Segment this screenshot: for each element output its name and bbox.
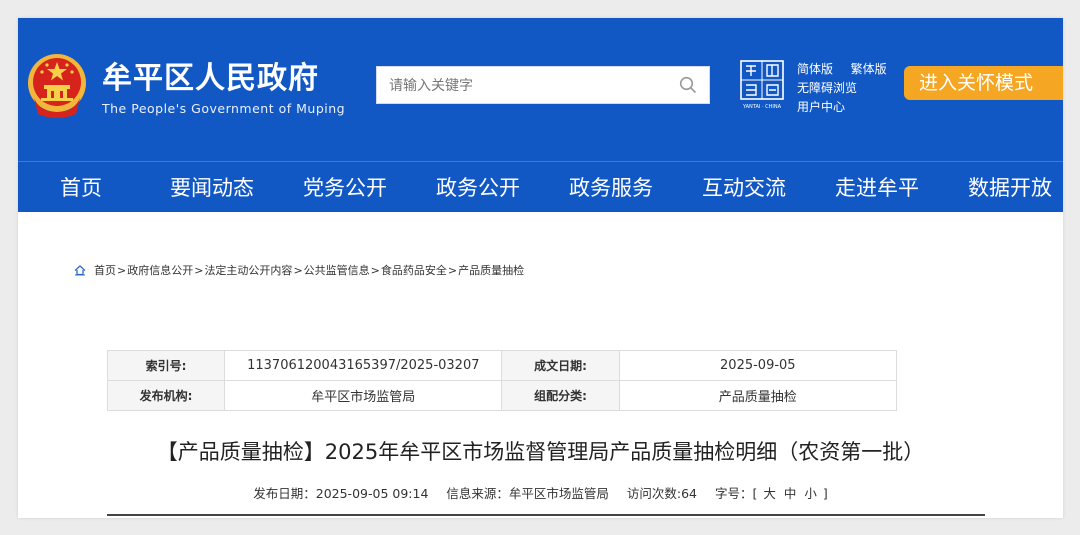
- table-row: 索引号: 113706120043165397/2025-03207 成文日期:…: [106, 350, 898, 381]
- breadcrumb-food-drug-safety[interactable]: 食品药品安全: [381, 262, 447, 278]
- publish-date: 发布日期：2025-09-05 09:14: [253, 486, 429, 501]
- accessible-browse-link[interactable]: 无障碍浏览: [797, 81, 857, 95]
- font-size-close: ]: [822, 486, 828, 501]
- font-size-large-button[interactable]: 大: [763, 486, 776, 501]
- breadcrumb: 首页 > 政府信息公开 > 法定主动公开内容 > 公共监管信息 > 食品药品安全 > 产品…: [74, 262, 524, 278]
- publishing-org-label: 发布机构:: [106, 380, 226, 411]
- breadcrumb-separator: >: [293, 263, 303, 277]
- breadcrumb-separator: >: [447, 263, 458, 277]
- index-number-value: 113706120043165397/2025-03207: [224, 350, 503, 381]
- nav-item-news[interactable]: 要闻动态: [170, 172, 254, 202]
- user-center-link[interactable]: 用户中心: [797, 100, 845, 114]
- breadcrumb-home[interactable]: 首页: [94, 262, 116, 278]
- main-nav: 首页 要闻动态 党务公开 政务公开 政务服务 互动交流 走进牟平 数据开放: [18, 161, 1063, 212]
- nav-item-government-affairs[interactable]: 政务公开: [436, 172, 520, 202]
- site-title[interactable]: 牟平区人民政府: [102, 61, 319, 97]
- nav-item-party-affairs[interactable]: 党务公开: [303, 172, 387, 202]
- document-meta-table: 索引号: 113706120043165397/2025-03207 成文日期:…: [106, 350, 898, 411]
- nav-item-open-data[interactable]: 数据开放: [968, 172, 1052, 202]
- header-links: 简体版 繁体版 无障碍浏览 用户中心: [797, 60, 887, 117]
- info-source: 信息来源：牟平区市场监管局: [446, 486, 609, 501]
- home-icon: [74, 265, 86, 276]
- care-mode-button[interactable]: 进入关怀模式: [904, 66, 1063, 100]
- breadcrumb-separator: >: [370, 263, 380, 277]
- nav-item-government-services[interactable]: 政务服务: [569, 172, 653, 202]
- breadcrumb-statutory-content[interactable]: 法定主动公开内容: [204, 262, 292, 278]
- page-frame: 牟平区人民政府 The People's Government of Mupin…: [18, 18, 1063, 518]
- site-header: 牟平区人民政府 The People's Government of Mupin…: [18, 18, 1063, 161]
- category-value: 产品质量抽检: [618, 380, 898, 411]
- written-date-value: 2025-09-05: [618, 350, 898, 381]
- publishing-org-value: 牟平区市场监管局: [224, 380, 503, 411]
- article-title: 【产品质量抽检】2025年牟平区市场监督管理局产品质量抽检明细（农资第一批）: [156, 440, 925, 464]
- national-emblem-icon: [28, 54, 86, 118]
- seal-caption: YANTAI · CHINA: [742, 104, 782, 110]
- divider: [107, 514, 985, 516]
- nav-item-home[interactable]: 首页: [60, 172, 102, 202]
- search-box: [376, 66, 710, 104]
- search-icon[interactable]: [679, 76, 697, 94]
- traditional-link[interactable]: 繁体版: [851, 62, 887, 76]
- nav-item-interaction[interactable]: 互动交流: [702, 172, 786, 202]
- search-input[interactable]: [387, 75, 671, 97]
- breadcrumb-public-supervision[interactable]: 公共监管信息: [304, 262, 370, 278]
- category-label: 组配分类:: [501, 380, 620, 411]
- article-meta: 发布日期：2025-09-05 09:14 信息来源：牟平区市场监管局 访问次数…: [18, 483, 1063, 502]
- font-size-small-button[interactable]: 小: [804, 486, 817, 501]
- nav-item-about-muping[interactable]: 走进牟平: [835, 172, 919, 202]
- written-date-label: 成文日期:: [501, 350, 620, 381]
- table-row: 发布机构: 牟平区市场监管局 组配分类: 产品质量抽检: [106, 380, 898, 411]
- visit-count: 访问次数:64: [626, 486, 697, 501]
- breadcrumb-product-quality[interactable]: 产品质量抽检: [458, 262, 524, 278]
- font-size-label: 字号：[: [714, 486, 758, 501]
- site-subtitle: The People's Government of Muping: [102, 101, 346, 116]
- font-size-medium-button[interactable]: 中: [784, 486, 797, 501]
- breadcrumb-separator: >: [194, 263, 204, 277]
- breadcrumb-info-disclosure[interactable]: 政府信息公开: [127, 262, 193, 278]
- simplified-link[interactable]: 简体版: [797, 62, 833, 76]
- index-number-label: 索引号:: [106, 350, 226, 381]
- yantai-seal-logo[interactable]: YANTAI · CHINA: [740, 60, 784, 110]
- breadcrumb-separator: >: [117, 263, 127, 277]
